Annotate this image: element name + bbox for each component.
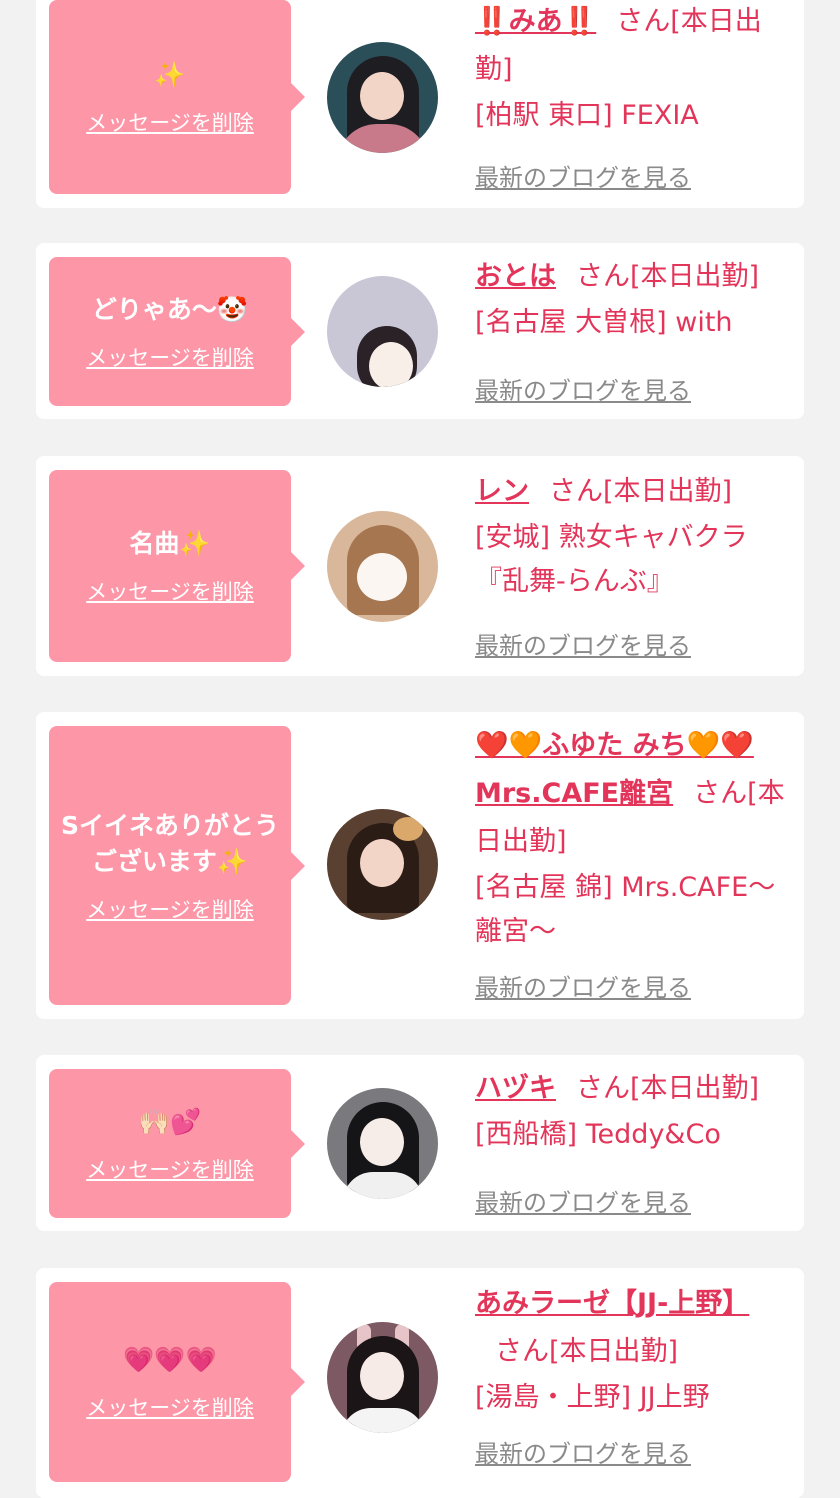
work-status: さん[本日出勤] (549, 476, 733, 507)
profile-info: ‼️みあ‼️ さん[本日出勤] [柏駅 東口] FEXIA (475, 0, 793, 138)
profile-name-link[interactable]: ‼️みあ‼️ (475, 6, 596, 37)
message-card: 💗💗💗 メッセージを削除 あみラーゼ【JJ-上野】さん[本日出勤] [湯島・上野… (36, 1268, 804, 1498)
avatar[interactable] (327, 1088, 438, 1199)
delete-message-link[interactable]: メッセージを削除 (86, 344, 254, 372)
message-text: 💗💗💗 (123, 1345, 217, 1374)
delete-message-link[interactable]: メッセージを削除 (86, 109, 254, 137)
profile-name-link[interactable]: ハヅキ (475, 1073, 556, 1104)
message-bubble: 名曲✨ メッセージを削除 (49, 470, 305, 662)
profile-info: ❤️🧡ふゆた みち🧡❤️Mrs.CAFE離宮 さん[本日出勤] [名古屋 錦] M… (475, 722, 793, 954)
message-card: 名曲✨ メッセージを削除 レン さん[本日出勤] [安城] 熟女キャバクラ『乱舞-… (36, 456, 804, 676)
profile-info: あみラーゼ【JJ-上野】さん[本日出勤] [湯島・上野] JJ上野 (475, 1280, 793, 1420)
profile-name-link[interactable]: おとは (475, 261, 556, 292)
message-bubble: どりゃあ〜🤡 メッセージを削除 (49, 257, 305, 406)
message-card: ✨ メッセージを削除 ‼️みあ‼️ さん[本日出勤] [柏駅 東口] FEXIA … (36, 0, 804, 208)
work-status: さん[本日出勤] (495, 1336, 679, 1367)
shop-name: [名古屋 大曽根] with (475, 307, 733, 338)
message-text: Sイイネありがとうございます✨ (60, 810, 279, 876)
avatar[interactable] (327, 42, 438, 153)
avatar[interactable] (327, 511, 438, 622)
delete-message-link[interactable]: メッセージを削除 (86, 896, 254, 924)
message-text: どりゃあ〜🤡 (91, 294, 249, 324)
profile-info: レン さん[本日出勤] [安城] 熟女キャバクラ『乱舞-らんぶ』 (475, 468, 793, 604)
shop-name: [安城] 熟女キャバクラ『乱舞-らんぶ』 (475, 522, 748, 597)
message-bubble: ✨ メッセージを削除 (49, 0, 305, 194)
latest-blog-link[interactable]: 最新のブログを見る (475, 626, 691, 661)
profile-name-link[interactable]: あみラーゼ【JJ-上野】 (475, 1288, 749, 1319)
avatar[interactable] (327, 809, 438, 920)
work-status: さん[本日出勤] (576, 261, 760, 292)
latest-blog-link[interactable]: 最新のブログを見る (475, 1183, 691, 1218)
profile-name-link[interactable]: レン (475, 476, 529, 507)
delete-message-link[interactable]: メッセージを削除 (86, 1156, 254, 1184)
shop-name: [湯島・上野] JJ上野 (475, 1382, 710, 1413)
latest-blog-link[interactable]: 最新のブログを見る (475, 968, 691, 1003)
message-text: ✨ (154, 60, 186, 89)
latest-blog-link[interactable]: 最新のブログを見る (475, 158, 691, 193)
message-text: 名曲✨ (129, 529, 211, 558)
delete-message-link[interactable]: メッセージを削除 (86, 578, 254, 606)
message-bubble: 💗💗💗 メッセージを削除 (49, 1282, 305, 1482)
avatar[interactable] (327, 276, 438, 387)
message-text: 🙌🏻💕 (138, 1106, 202, 1136)
delete-message-link[interactable]: メッセージを削除 (86, 1394, 254, 1422)
shop-name: [柏駅 東口] FEXIA (475, 100, 699, 131)
work-status: さん[本日出勤] (576, 1073, 760, 1104)
message-bubble: Sイイネありがとうございます✨ メッセージを削除 (49, 726, 305, 1005)
avatar[interactable] (327, 1322, 438, 1433)
latest-blog-link[interactable]: 最新のブログを見る (475, 371, 691, 406)
profile-info: おとは さん[本日出勤] [名古屋 大曽根] with (475, 253, 793, 345)
message-card: どりゃあ〜🤡 メッセージを削除 おとは さん[本日出勤] [名古屋 大曽根] wi… (36, 243, 804, 419)
message-card: 🙌🏻💕 メッセージを削除 ハヅキ さん[本日出勤] [西船橋] Teddy&Co … (36, 1055, 804, 1231)
shop-name: [名古屋 錦] Mrs.CAFE〜離宮〜 (475, 872, 776, 947)
profile-info: ハヅキ さん[本日出勤] [西船橋] Teddy&Co (475, 1065, 793, 1157)
message-card: Sイイネありがとうございます✨ メッセージを削除 ❤️🧡ふゆた みち🧡❤️Mrs… (36, 712, 804, 1019)
latest-blog-link[interactable]: 最新のブログを見る (475, 1434, 691, 1469)
shop-name: [西船橋] Teddy&Co (475, 1119, 721, 1150)
message-bubble: 🙌🏻💕 メッセージを削除 (49, 1069, 305, 1218)
